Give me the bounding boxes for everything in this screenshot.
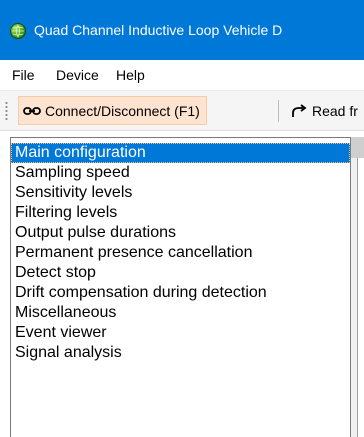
list-item-filtering-levels[interactable]: Filtering levels	[15, 203, 117, 223]
title-bar[interactable]: Quad Channel Inductive Loop Vehicle D	[0, 0, 364, 60]
list-item-output-pulse-durations[interactable]: Output pulse durations	[15, 223, 176, 243]
list-item-detect-stop[interactable]: Detect stop	[15, 263, 96, 283]
list-item-miscellaneous[interactable]: Miscellaneous	[15, 303, 116, 323]
read-label: Read fr	[312, 102, 358, 119]
content-panel-header	[351, 137, 364, 158]
navigation-list[interactable]: Main configuration Sampling speed Sensit…	[10, 137, 351, 437]
toolbar-separator	[278, 100, 279, 122]
read-arrow-icon	[290, 103, 308, 118]
menu-file[interactable]: File	[12, 67, 35, 83]
menu-bar: File Device Help	[0, 60, 364, 90]
connect-plug-icon	[23, 104, 41, 118]
list-item-main-configuration[interactable]: Main configuration	[11, 143, 350, 163]
list-item-signal-analysis[interactable]: Signal analysis	[15, 343, 122, 363]
globe-icon	[10, 23, 26, 39]
list-item-event-viewer[interactable]: Event viewer	[15, 323, 107, 343]
menu-help[interactable]: Help	[116, 67, 145, 83]
toolbar-grip[interactable]	[5, 101, 8, 121]
list-item-sensitivity-levels[interactable]: Sensitivity levels	[15, 183, 132, 203]
window-title: Quad Channel Inductive Loop Vehicle D	[34, 22, 283, 38]
list-item-drift-compensation[interactable]: Drift compensation during detection	[15, 283, 267, 303]
list-item-sampling-speed[interactable]: Sampling speed	[15, 163, 130, 183]
content-panel-body	[358, 158, 364, 437]
read-button[interactable]: Read fr	[286, 96, 358, 125]
list-item-permanent-presence-cancellation[interactable]: Permanent presence cancellation	[15, 243, 252, 263]
connect-disconnect-button[interactable]: Connect/Disconnect (F1)	[18, 96, 207, 125]
menu-device[interactable]: Device	[56, 67, 99, 83]
toolbar: Connect/Disconnect (F1) Read fr	[0, 90, 364, 131]
content-panel-border	[357, 158, 358, 437]
connect-disconnect-label: Connect/Disconnect (F1)	[45, 102, 200, 119]
